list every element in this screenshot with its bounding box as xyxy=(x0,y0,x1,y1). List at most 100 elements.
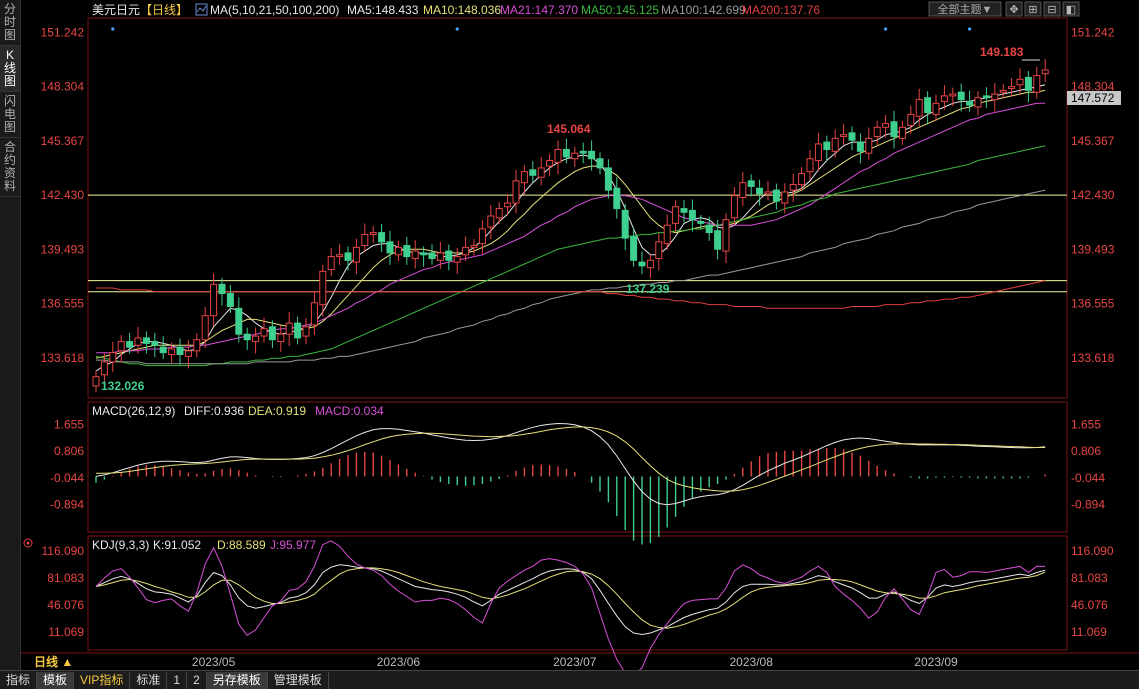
candle-body xyxy=(982,95,990,99)
candle xyxy=(386,230,394,265)
candle xyxy=(865,127,873,160)
sidebar-tab-0[interactable]: 分时图 xyxy=(0,0,20,46)
kdj-panel-frame xyxy=(87,535,1068,651)
window-button-glyph: ⊞ xyxy=(1028,4,1037,16)
candle-body xyxy=(697,221,705,224)
candle-body xyxy=(663,224,671,245)
bottom-tab-3[interactable]: 标准 xyxy=(130,671,168,689)
candlesticks xyxy=(92,59,1049,393)
candle xyxy=(512,169,520,214)
macd-histogram xyxy=(95,448,1046,545)
candle xyxy=(898,120,906,145)
candle-body xyxy=(596,158,604,169)
theme-button[interactable]: 全部主题▼ xyxy=(928,1,1002,17)
candle-body xyxy=(613,187,621,210)
sidebar-tab-1[interactable]: K线图 xyxy=(0,46,20,92)
kdj-tick-right: 46.076 xyxy=(1071,598,1108,612)
candle-body xyxy=(445,250,453,261)
candle xyxy=(403,236,411,265)
candle-body xyxy=(277,333,285,343)
candle xyxy=(781,183,789,214)
candle-body xyxy=(579,150,587,154)
event-marker xyxy=(968,27,972,31)
candle-body xyxy=(621,209,629,239)
window-button-2[interactable]: ⊟ xyxy=(1043,1,1061,17)
bottom-tab-6[interactable]: 另存模板 xyxy=(206,671,268,689)
kdj-d: D:88.589 xyxy=(217,538,266,552)
candle-body xyxy=(453,256,461,263)
bottom-tab-4[interactable]: 1 xyxy=(167,671,188,689)
bottom-tab-7[interactable]: 管理模板 xyxy=(268,671,329,689)
sidebar-tab-char: 图 xyxy=(3,120,16,134)
candle-body xyxy=(184,350,192,357)
candle-body xyxy=(361,233,369,247)
window-button-0[interactable]: ✥ xyxy=(1005,1,1023,17)
period-selector[interactable]: 日线 ▲ xyxy=(34,654,73,669)
candle-body xyxy=(756,187,764,195)
window-controls: ✥ ⊞ ⊟ ◧ xyxy=(1005,1,1080,17)
left-sidebar: 分时图K线图闪电图合约资料 xyxy=(0,0,21,670)
candle-body xyxy=(403,245,411,258)
chart-canvas[interactable]: 美元日元 【日线】 MA(5,10,21,50,100,200) MA5:148… xyxy=(0,0,1139,670)
price-tick-right: 136.555 xyxy=(1071,297,1115,311)
candle xyxy=(252,327,260,354)
candle-body xyxy=(428,252,436,259)
candle xyxy=(672,200,680,232)
candle xyxy=(336,243,344,265)
candle-body xyxy=(159,346,167,354)
bottom-tab-2[interactable]: VIP指标 xyxy=(74,671,131,689)
candle-body xyxy=(823,141,831,150)
sidebar-tab-char: 料 xyxy=(3,179,16,193)
candle xyxy=(310,291,318,336)
symbol-title: 美元日元 xyxy=(92,3,140,17)
candle xyxy=(873,120,881,145)
candle-body xyxy=(92,376,100,387)
candle-body xyxy=(714,230,722,250)
candle xyxy=(428,244,436,265)
event-markers xyxy=(111,27,972,31)
sidebar-tab-3[interactable]: 合约资料 xyxy=(0,138,20,197)
candle xyxy=(814,133,822,171)
sidebar-tab-2[interactable]: 闪电图 xyxy=(0,92,20,138)
candle-body xyxy=(1024,76,1032,91)
candle xyxy=(596,152,604,175)
ma-legend-item-3: MA50:145.125 xyxy=(581,3,659,17)
kdj-settings-icon[interactable] xyxy=(23,538,33,548)
candle xyxy=(529,161,537,182)
window-button-1[interactable]: ⊞ xyxy=(1024,1,1042,17)
candle-body xyxy=(201,315,209,341)
candle-body xyxy=(1041,69,1049,75)
candle xyxy=(604,159,612,199)
kdj-tick-right: 11.069 xyxy=(1071,625,1107,639)
kdj-tick-left: 11.069 xyxy=(48,625,84,639)
candle xyxy=(655,233,663,271)
candle-body xyxy=(193,339,201,352)
bottom-tab-1[interactable]: 模板 xyxy=(37,671,75,689)
candle-body xyxy=(739,182,747,198)
window-button-3[interactable]: ◧ xyxy=(1062,1,1080,17)
candle-body xyxy=(680,208,688,213)
candle xyxy=(621,203,629,251)
candle xyxy=(840,123,848,145)
macd-tick-right: 0.806 xyxy=(1071,444,1101,458)
candle-body xyxy=(520,171,528,184)
candle-body xyxy=(672,206,680,224)
candle xyxy=(730,186,738,225)
candle xyxy=(705,216,713,241)
candle-body xyxy=(898,126,906,139)
macd-tick-right: -0.044 xyxy=(1071,471,1105,485)
candle-body xyxy=(504,202,512,208)
candle-body xyxy=(890,121,898,138)
bottom-tab-5[interactable]: 2 xyxy=(187,671,207,689)
candle xyxy=(268,320,276,349)
candle-body xyxy=(529,169,537,176)
candle xyxy=(117,335,125,363)
candle xyxy=(806,150,814,180)
candle-body xyxy=(285,322,293,335)
candle xyxy=(394,240,402,262)
chart-type-icon-glyph xyxy=(196,5,207,13)
bottom-tab-0[interactable]: 指标 xyxy=(0,671,38,689)
macd-tick-left: -0.044 xyxy=(50,471,84,485)
horizontal-lines[interactable] xyxy=(88,194,1067,293)
price-tick-right: 139.493 xyxy=(1071,242,1115,256)
